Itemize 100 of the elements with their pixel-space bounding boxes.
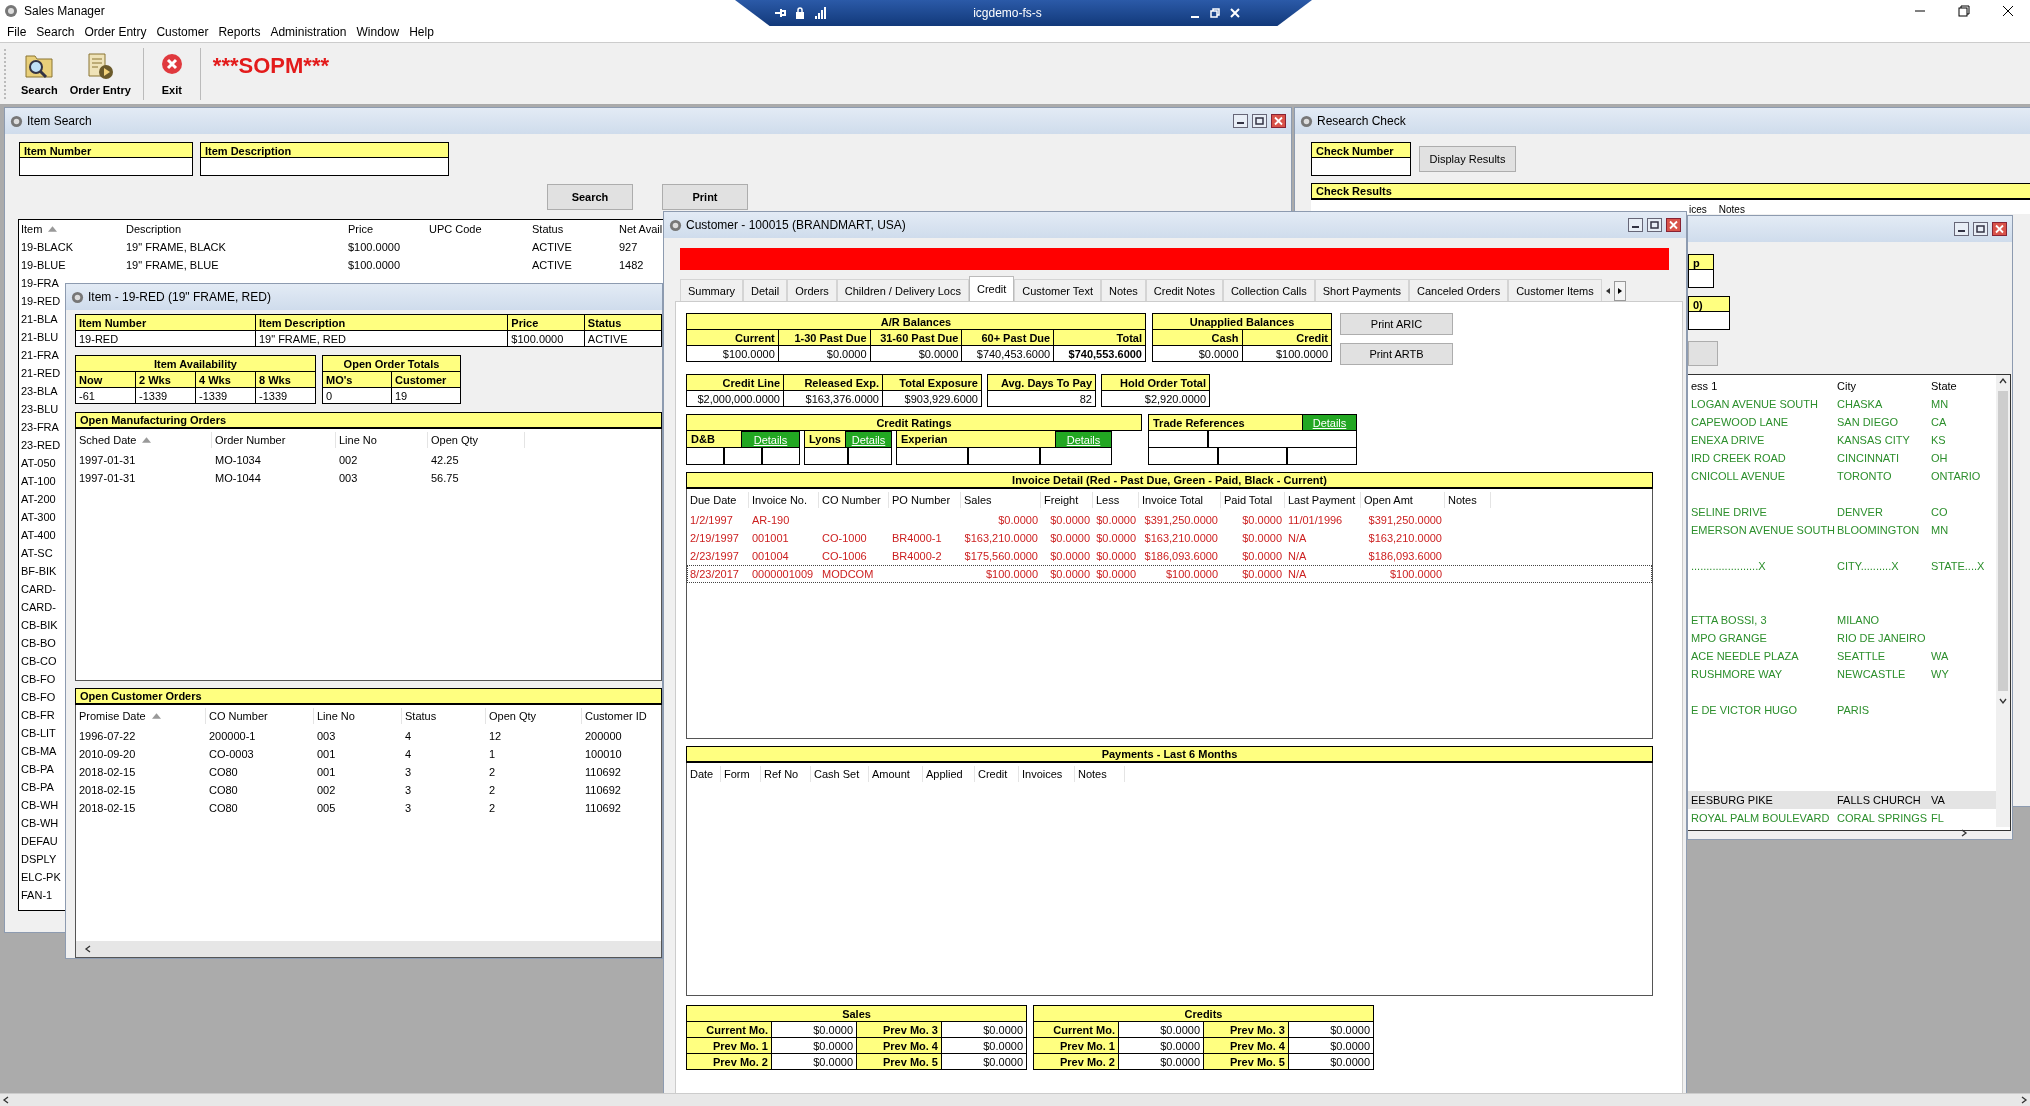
table-cell-text: WA <box>1930 650 1950 662</box>
column-header[interactable]: PO Number <box>889 492 961 508</box>
column-header[interactable]: Less <box>1093 492 1139 508</box>
column-header[interactable]: Open Qty <box>486 708 582 724</box>
tab[interactable]: Customer Items <box>1508 279 1602 301</box>
table-cell-text: 2 <box>488 802 497 814</box>
column-header[interactable]: Notes <box>1075 766 1125 782</box>
column-header[interactable]: ess 1 <box>1688 380 1834 392</box>
table-cell-text: 927 <box>618 241 639 253</box>
column-header[interactable]: Date <box>687 766 721 782</box>
table-cell-text: 001004 <box>751 550 790 562</box>
maximize-button[interactable] <box>1252 114 1267 128</box>
column-header[interactable]: Open Qty <box>428 432 525 448</box>
tab[interactable]: Canceled Orders <box>1409 279 1509 301</box>
column-header[interactable]: Paid Total <box>1221 492 1285 508</box>
column-header[interactable]: ices <box>1689 200 1707 214</box>
column-header[interactable]: Notes <box>1445 492 1491 508</box>
column-header[interactable]: CO Number <box>819 492 889 508</box>
menu-item[interactable]: Help <box>404 25 439 39</box>
lock-icon[interactable] <box>793 6 807 20</box>
column-header[interactable]: Description <box>124 223 346 235</box>
column-header[interactable]: Line No <box>314 708 402 724</box>
push-button[interactable]: Search <box>547 184 633 210</box>
menu-item[interactable]: Order Entry <box>79 25 152 39</box>
push-button[interactable]: Print ARIC <box>1340 313 1453 335</box>
close-button[interactable] <box>1666 218 1681 232</box>
menu-item[interactable]: Window <box>351 25 405 39</box>
tab[interactable]: Notes <box>1101 279 1146 301</box>
minimize-button[interactable] <box>1954 222 1969 236</box>
menu-item[interactable]: File <box>2 25 32 39</box>
vertical-scrollbar[interactable] <box>1996 375 2010 827</box>
tab[interactable]: Detail <box>743 279 788 301</box>
close-button[interactable] <box>1228 6 1242 20</box>
menu-item[interactable]: Reports <box>213 25 266 39</box>
horizontal-scrollbar[interactable] <box>0 1093 2030 1106</box>
input-field[interactable] <box>1311 158 1411 176</box>
column-header[interactable]: Credit <box>975 766 1019 782</box>
field-label: Hold Order Total <box>1101 374 1210 391</box>
tab[interactable]: Short Payments <box>1314 279 1409 301</box>
table-cell-text: CB-BIK <box>20 619 59 631</box>
toolbar-button[interactable]: Search <box>15 49 64 98</box>
column-header[interactable]: Freight <box>1041 492 1093 508</box>
column-header[interactable]: Status <box>530 223 617 235</box>
column-header[interactable]: Applied <box>923 766 975 782</box>
column-header[interactable]: Order Number <box>212 432 336 448</box>
column-header[interactable]: Notes <box>1718 200 1745 214</box>
column-header[interactable]: City <box>1834 380 1928 392</box>
tab[interactable]: Credit <box>968 276 1015 301</box>
menu-item[interactable]: Administration <box>265 25 352 39</box>
column-header[interactable]: Price <box>346 223 427 235</box>
push-button[interactable]: Print <box>662 184 748 210</box>
close-button[interactable] <box>1271 114 1286 128</box>
maximize-button[interactable] <box>1973 222 1988 236</box>
tab[interactable]: Summary <box>680 279 744 301</box>
column-header[interactable]: Net Avail <box>617 223 665 235</box>
signal-icon[interactable] <box>813 6 827 20</box>
column-header[interactable]: Invoice No. <box>749 492 819 508</box>
column-header[interactable]: Item <box>19 223 124 235</box>
column-header[interactable]: Cash Set <box>811 766 869 782</box>
table-cell-text: 23-RED <box>20 439 62 451</box>
column-header[interactable]: Sales <box>961 492 1041 508</box>
column-header[interactable]: Amount <box>869 766 923 782</box>
column-header[interactable]: State <box>1928 380 1988 392</box>
column-header[interactable]: UPC Code <box>427 223 530 235</box>
column-header[interactable]: Ref No <box>761 766 811 782</box>
tab[interactable]: Credit Notes <box>1145 279 1223 301</box>
column-header[interactable]: Invoice Total <box>1139 492 1221 508</box>
column-header[interactable]: Promise Date <box>76 708 206 724</box>
column-header[interactable]: Due Date <box>687 492 749 508</box>
minimize-button[interactable] <box>1233 114 1248 128</box>
toolbar-button[interactable]: Order Entry <box>63 49 137 98</box>
pin-icon[interactable] <box>773 6 787 20</box>
input-field[interactable] <box>19 158 193 176</box>
column-header[interactable]: Status <box>402 708 486 724</box>
menu-item[interactable]: Customer <box>151 25 214 39</box>
maximize-button[interactable] <box>1647 218 1662 232</box>
push-button[interactable]: Print ARTB <box>1340 343 1453 365</box>
tab[interactable]: Customer Text <box>1014 279 1102 301</box>
horizontal-scrollbar[interactable] <box>76 941 661 957</box>
menu-item[interactable]: Search <box>31 25 80 39</box>
toolbar-button[interactable]: Exit <box>149 49 194 98</box>
column-header[interactable]: Form <box>721 766 761 782</box>
push-button[interactable]: Display Results <box>1419 146 1516 172</box>
tab[interactable]: Children / Delivery Locs <box>836 279 969 301</box>
tab[interactable]: Collection Calls <box>1222 279 1315 301</box>
input-field[interactable] <box>1688 312 1730 330</box>
restore-button[interactable] <box>1208 6 1222 20</box>
column-header[interactable]: Open Amt <box>1361 492 1445 508</box>
table-cell-text: $0.0000 <box>1095 550 1137 562</box>
column-header[interactable]: Last Payment <box>1285 492 1361 508</box>
column-header[interactable]: Customer ID <box>582 710 650 722</box>
column-header[interactable]: Line No <box>336 432 428 448</box>
tab[interactable]: Orders <box>787 279 837 301</box>
column-header[interactable]: CO Number <box>206 708 314 724</box>
input-field[interactable] <box>1688 270 1714 288</box>
input-field[interactable] <box>200 158 449 176</box>
column-header[interactable]: Invoices <box>1019 766 1075 782</box>
close-button[interactable] <box>1992 222 2007 236</box>
column-header[interactable]: Sched Date <box>76 432 212 448</box>
minimize-button[interactable] <box>1628 218 1643 232</box>
